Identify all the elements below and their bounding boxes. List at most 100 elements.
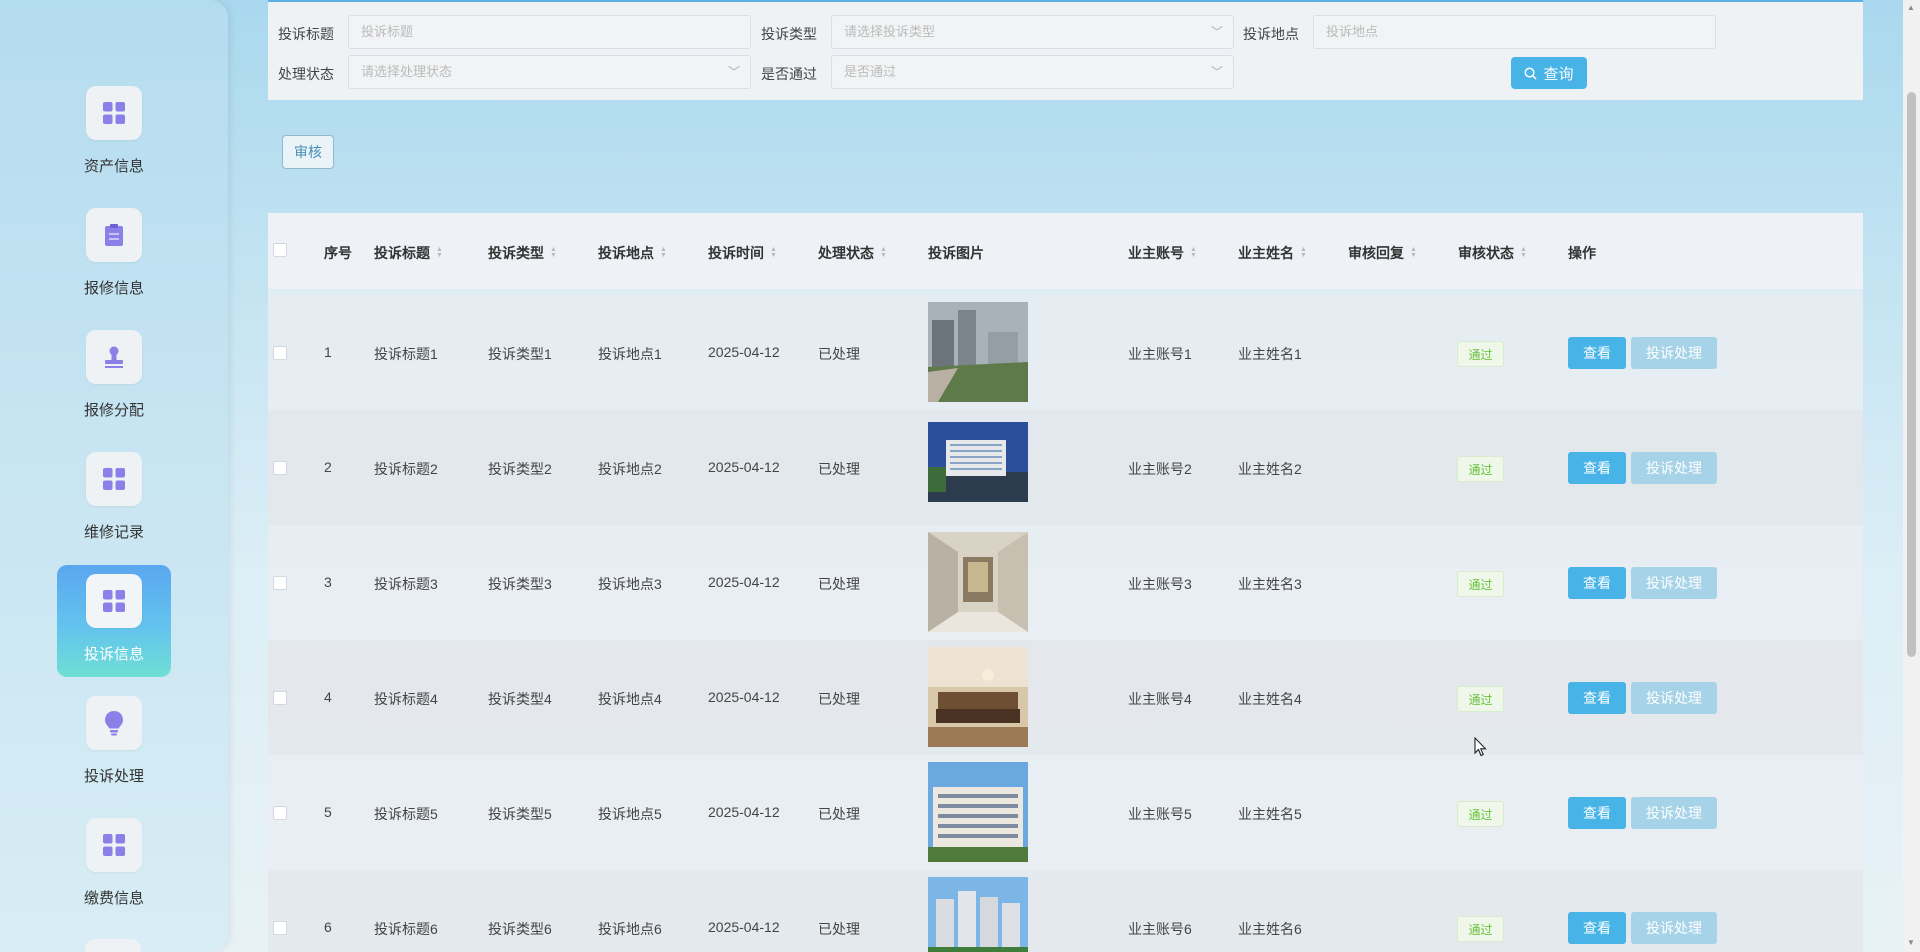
- row-checkbox[interactable]: [273, 691, 287, 705]
- header-status-label: 处理状态: [818, 245, 874, 261]
- sort-icon[interactable]: ▲ ▼: [660, 246, 667, 259]
- cell-place: 投诉地点3: [598, 576, 662, 592]
- type-select[interactable]: 请选择投诉类型 ﹀: [831, 15, 1234, 49]
- view-button[interactable]: 查看: [1568, 337, 1626, 369]
- cell-type: 投诉类型1: [488, 346, 552, 362]
- complaint-image[interactable]: [928, 877, 1028, 952]
- sidebar-item-label: 缴费信息: [83, 890, 144, 907]
- header-name[interactable]: 业主姓名 ▲ ▼: [1238, 243, 1307, 263]
- cell-account: 业主账号3: [1128, 576, 1192, 592]
- sort-icon[interactable]: ▲ ▼: [1410, 246, 1417, 259]
- cell-title: 投诉标题6: [374, 921, 438, 937]
- header-audit-label: 审核状态: [1458, 245, 1514, 261]
- header-title[interactable]: 投诉标题 ▲ ▼: [374, 243, 443, 263]
- complaint-image[interactable]: [928, 532, 1028, 632]
- cell-type: 投诉类型5: [488, 806, 552, 822]
- status-badge: 通过: [1457, 801, 1504, 827]
- view-button[interactable]: 查看: [1568, 797, 1626, 829]
- complaint-image[interactable]: [928, 762, 1028, 862]
- handle-button[interactable]: 投诉处理: [1631, 797, 1717, 829]
- handle-button[interactable]: 投诉处理: [1631, 567, 1717, 599]
- chevron-down-icon: ﹀: [1210, 65, 1223, 79]
- query-button[interactable]: 查询: [1511, 57, 1587, 89]
- cell-time: 2025-04-12: [708, 459, 780, 475]
- table-header: 序号 投诉标题 ▲ ▼ 投诉类型 ▲ ▼ 投诉地点 ▲ ▼ 投诉时间 ▲ ▼ 处理状态 ▲ ▼ 投诉…: [268, 213, 1863, 289]
- header-reply[interactable]: 审核回复 ▲ ▼: [1348, 243, 1417, 263]
- view-button[interactable]: 查看: [1568, 452, 1626, 484]
- handle-button[interactable]: 投诉处理: [1631, 682, 1717, 714]
- handle-button[interactable]: 投诉处理: [1631, 337, 1717, 369]
- sidebar-item-repair-assign[interactable]: 报修分配: [57, 321, 171, 433]
- sidebar-item-label: 报修分配: [83, 402, 144, 419]
- title-label: 投诉标题: [278, 26, 334, 42]
- sidebar-item-label: 报修信息: [83, 280, 144, 297]
- row-checkbox[interactable]: [273, 346, 287, 360]
- table-row: 6 投诉标题6 投诉类型6 投诉地点6 2025-04-12 已处理 业主账号6…: [268, 870, 1863, 952]
- complaint-image[interactable]: [928, 302, 1028, 402]
- sidebar-item-complaint-info[interactable]: 投诉信息: [57, 565, 171, 677]
- cell-account: 业主账号5: [1128, 806, 1192, 822]
- view-button[interactable]: 查看: [1568, 567, 1626, 599]
- grid-icon: [86, 574, 142, 628]
- handle-button[interactable]: 投诉处理: [1631, 452, 1717, 484]
- select-all-checkbox[interactable]: [273, 243, 287, 257]
- handle-button[interactable]: 投诉处理: [1631, 912, 1717, 944]
- audit-button[interactable]: 审核: [282, 135, 334, 169]
- header-type[interactable]: 投诉类型 ▲ ▼: [488, 243, 557, 263]
- sort-icon[interactable]: ▲ ▼: [880, 246, 887, 259]
- table-row: 2 投诉标题2 投诉类型2 投诉地点2 2025-04-12 已处理 业主账号2…: [268, 410, 1863, 525]
- scroll-down-icon[interactable]: ▼: [1907, 938, 1915, 947]
- status-label: 处理状态: [278, 66, 334, 82]
- place-input[interactable]: 投诉地点: [1313, 15, 1716, 49]
- page-scrollbar[interactable]: ▲ ▼: [1903, 0, 1920, 952]
- cell-time: 2025-04-12: [708, 344, 780, 360]
- table-row: 1 投诉标题1 投诉类型1 投诉地点1 2025-04-12 已处理 业主账号1…: [268, 295, 1863, 410]
- status-select[interactable]: 请选择处理状态 ﹀: [348, 55, 751, 89]
- header-audit[interactable]: 审核状态 ▲ ▼: [1458, 243, 1527, 263]
- sort-icon[interactable]: ▲ ▼: [550, 246, 557, 259]
- sidebar-item-label: 资产信息: [83, 158, 144, 175]
- cell-status: 已处理: [818, 346, 860, 362]
- cell-place: 投诉地点2: [598, 461, 662, 477]
- sort-icon[interactable]: ▲ ▼: [770, 246, 777, 259]
- sidebar-item-repair-info[interactable]: 报修信息: [57, 199, 171, 311]
- view-button[interactable]: 查看: [1568, 912, 1626, 944]
- scrollbar-thumb[interactable]: [1907, 92, 1916, 657]
- header-status[interactable]: 处理状态 ▲ ▼: [818, 243, 887, 263]
- mouse-cursor-icon: [1474, 737, 1487, 757]
- title-input[interactable]: 投诉标题: [348, 15, 751, 49]
- status-badge: 通过: [1457, 456, 1504, 482]
- cell-place: 投诉地点5: [598, 806, 662, 822]
- sort-icon[interactable]: ▲ ▼: [1190, 246, 1197, 259]
- sort-icon[interactable]: ▲ ▼: [1300, 246, 1307, 259]
- row-checkbox[interactable]: [273, 921, 287, 935]
- header-account[interactable]: 业主账号 ▲ ▼: [1128, 243, 1197, 263]
- cell-index: 4: [324, 689, 332, 705]
- cell-account: 业主账号2: [1128, 461, 1192, 477]
- row-checkbox[interactable]: [273, 461, 287, 475]
- row-checkbox[interactable]: [273, 576, 287, 590]
- sort-icon[interactable]: ▲ ▼: [1520, 246, 1527, 259]
- pass-select[interactable]: 是否通过 ﹀: [831, 55, 1234, 89]
- sidebar-item-payment-info[interactable]: 缴费信息: [57, 809, 171, 921]
- scroll-up-icon[interactable]: ▲: [1907, 3, 1915, 12]
- complaint-image[interactable]: [928, 647, 1028, 747]
- header-image: 投诉图片: [928, 243, 984, 263]
- cell-time: 2025-04-12: [708, 689, 780, 705]
- row-checkbox[interactable]: [273, 806, 287, 820]
- complaint-image[interactable]: [928, 422, 1028, 502]
- sidebar-item-label: 维修记录: [83, 524, 144, 541]
- sort-icon[interactable]: ▲ ▼: [436, 246, 443, 259]
- header-place[interactable]: 投诉地点 ▲ ▼: [598, 243, 667, 263]
- header-ops: 操作: [1568, 243, 1596, 263]
- sidebar-item-asset-info[interactable]: 资产信息: [57, 77, 171, 189]
- sidebar-item-maintenance-record[interactable]: 维修记录: [57, 443, 171, 555]
- header-image-label: 投诉图片: [928, 245, 984, 261]
- header-index: 序号: [324, 243, 352, 263]
- chevron-down-icon: ﹀: [727, 65, 740, 79]
- cell-time: 2025-04-12: [708, 804, 780, 820]
- sidebar-item-complaint-handle[interactable]: 投诉处理: [57, 687, 171, 799]
- view-button[interactable]: 查看: [1568, 682, 1626, 714]
- cell-index: 6: [324, 919, 332, 935]
- header-time[interactable]: 投诉时间 ▲ ▼: [708, 243, 777, 263]
